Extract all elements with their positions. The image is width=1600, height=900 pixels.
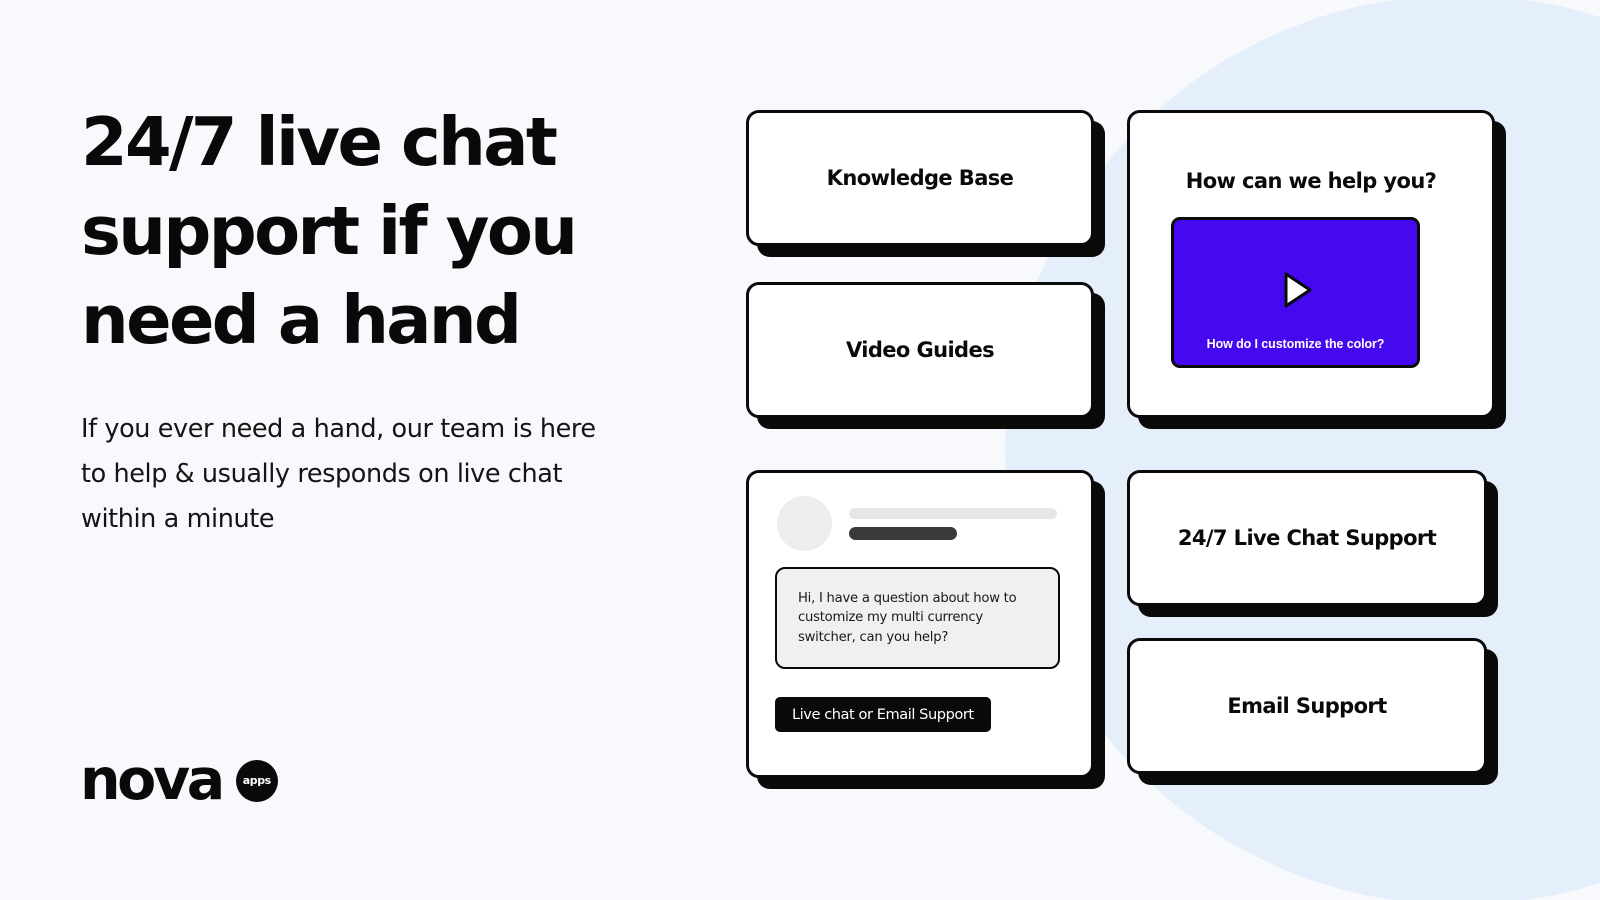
play-icon[interactable] xyxy=(1275,269,1317,311)
page-stage: 24/7 live chat support if you need a han… xyxy=(0,0,1600,900)
hero-copy-column: 24/7 live chat support if you need a han… xyxy=(81,98,681,542)
card-email-support-label: Email Support xyxy=(1227,694,1387,718)
chat-message-bubble: Hi, I have a question about how to custo… xyxy=(775,567,1060,669)
card-live-chat-support[interactable]: 24/7 Live Chat Support xyxy=(1127,470,1487,606)
card-chat-preview[interactable]: Hi, I have a question about how to custo… xyxy=(746,470,1094,778)
skeleton-line-long xyxy=(849,508,1057,519)
card-video-guides-label: Video Guides xyxy=(845,338,995,362)
video-caption: How do I customize the color? xyxy=(1206,337,1385,351)
logo-badge-circle: apps xyxy=(235,759,278,802)
card-video-guides[interactable]: Video Guides xyxy=(746,282,1094,418)
avatar xyxy=(777,496,832,551)
card-how-can-we-help-you[interactable]: How can we help you? How do I customize … xyxy=(1127,110,1495,418)
card-knowledge-base-label: Knowledge Base xyxy=(826,166,1014,190)
card-knowledge-base[interactable]: Knowledge Base xyxy=(746,110,1094,246)
logo-wordmark: nova xyxy=(80,747,225,813)
card-email-support[interactable]: Email Support xyxy=(1127,638,1487,774)
live-chat-or-email-support-button[interactable]: Live chat or Email Support xyxy=(775,697,991,732)
logo-badge-label: apps xyxy=(242,774,272,787)
video-thumbnail[interactable]: How do I customize the color? xyxy=(1171,217,1420,368)
chat-message-text: Hi, I have a question about how to custo… xyxy=(798,591,1017,645)
skeleton-line-short xyxy=(849,527,957,540)
page-subtitle: If you ever need a hand, our team is her… xyxy=(81,414,596,534)
live-chat-or-email-support-label: Live chat or Email Support xyxy=(792,706,974,723)
card-live-chat-support-label: 24/7 Live Chat Support xyxy=(1177,526,1437,550)
card-help-title: How can we help you? xyxy=(1185,169,1437,193)
nova-apps-logo[interactable]: nova apps xyxy=(80,752,278,809)
page-title: 24/7 live chat support if you need a han… xyxy=(81,103,578,359)
